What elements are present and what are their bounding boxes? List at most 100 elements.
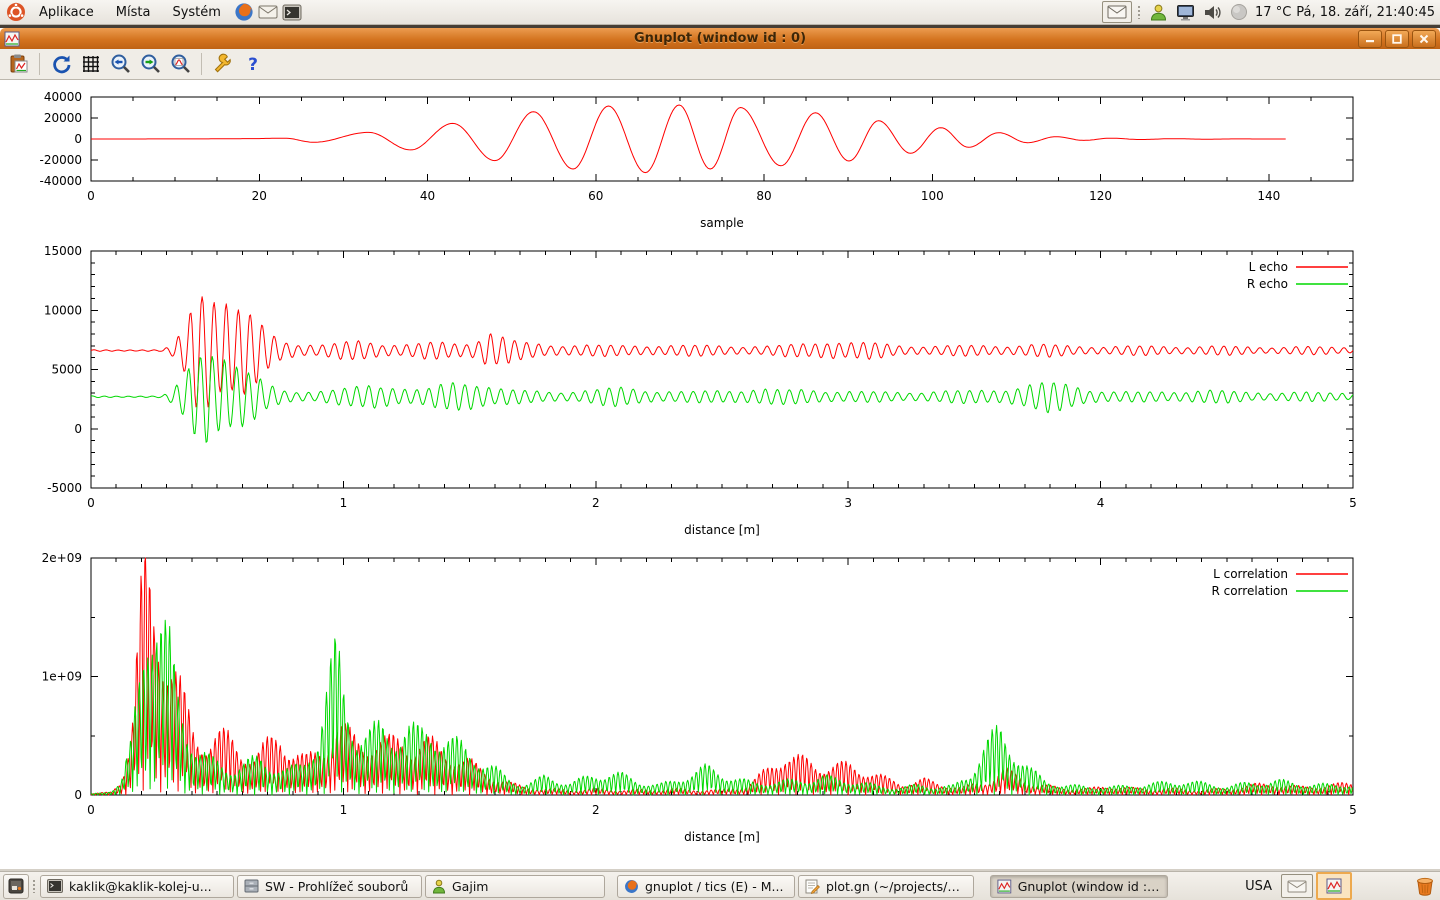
mail-launcher-icon[interactable] [257, 1, 279, 23]
mail-notification-icon[interactable] [1102, 1, 1132, 23]
svg-text:1: 1 [340, 803, 348, 817]
copy-to-clipboard-button[interactable] [5, 51, 32, 77]
text-editor-icon [805, 879, 820, 894]
tray-handle[interactable] [1137, 5, 1142, 19]
configure-button[interactable] [209, 51, 236, 77]
chart-1: 02040608010012014040000200000-20000-4000… [39, 90, 1353, 230]
mail-tray-icon[interactable] [1281, 874, 1313, 898]
svg-text:-20000: -20000 [39, 153, 82, 167]
svg-text:0: 0 [87, 189, 95, 203]
taskbar: kaklik@kaklik-kolej-u... SW - Prohlížeč … [0, 871, 1440, 900]
svg-text:80: 80 [756, 189, 771, 203]
gnuplot-toolbar: ? [0, 49, 1440, 80]
file-manager-icon [244, 879, 259, 893]
svg-text:?: ? [248, 55, 258, 75]
maximize-button[interactable] [1385, 30, 1409, 48]
svg-text:20: 20 [252, 189, 267, 203]
ubuntu-logo-icon[interactable] [5, 1, 27, 23]
svg-text:3: 3 [844, 496, 852, 510]
replot-button[interactable] [47, 51, 74, 77]
axis-labels: 0123452e+091e+090distance [m] [42, 551, 1357, 844]
zoom-previous-button[interactable] [107, 51, 134, 77]
svg-text:140: 140 [1257, 189, 1280, 203]
svg-text:20000: 20000 [44, 111, 82, 125]
series-signal [91, 105, 1286, 173]
chart-2: 012345150001000050000-5000distance [m]L … [44, 244, 1357, 537]
axis-labels: 012345150001000050000-5000distance [m] [44, 244, 1357, 537]
legend-label: R echo [1247, 277, 1288, 291]
legend-label: L echo [1249, 260, 1288, 274]
chart-3: 0123452e+091e+090distance [m]L correlati… [42, 551, 1357, 844]
legend-label: L correlation [1213, 567, 1288, 581]
legend-label: R correlation [1211, 584, 1288, 598]
task-label: plot.gn (~/projects/p... [826, 879, 967, 894]
series-l-echo [91, 297, 1353, 407]
task-label: Gajim [452, 879, 488, 894]
menu-places[interactable]: Místa [106, 5, 161, 20]
terminal-launcher-icon[interactable] [281, 1, 303, 23]
autoscale-button[interactable] [167, 51, 194, 77]
task-firefox[interactable]: gnuplot / tics (E) - M... [617, 875, 795, 898]
svg-text:1e+09: 1e+09 [42, 670, 82, 684]
firefox-icon [624, 879, 639, 894]
gajim-icon [432, 879, 446, 894]
minimize-button[interactable] [1358, 30, 1382, 48]
toolbar-separator [201, 53, 202, 75]
task-gnuplot[interactable]: Gnuplot (window id : 0) [990, 875, 1168, 898]
temperature-label: 17 °C [1255, 5, 1291, 20]
menu-system[interactable]: Systém [162, 5, 230, 20]
svg-text:120: 120 [1089, 189, 1112, 203]
svg-text:15000: 15000 [44, 244, 82, 258]
task-label: SW - Prohlížeč souborů [265, 879, 408, 894]
zoom-next-button[interactable] [137, 51, 164, 77]
plot-canvas[interactable]: 02040608010012014040000200000-20000-4000… [0, 80, 1440, 869]
svg-text:5: 5 [1349, 803, 1357, 817]
svg-text:60: 60 [588, 189, 603, 203]
svg-text:5000: 5000 [51, 363, 82, 377]
weather-icon[interactable] [1228, 1, 1250, 23]
task-label: gnuplot / tics (E) - M... [645, 879, 783, 894]
help-button[interactable]: ? [239, 51, 266, 77]
gnome-top-panel: Aplikace Místa Systém [0, 0, 1440, 25]
firefox-launcher-icon[interactable] [233, 1, 255, 23]
svg-text:0: 0 [87, 803, 95, 817]
x-axis-title: distance [m] [684, 830, 760, 844]
volume-icon[interactable] [1201, 1, 1223, 23]
menu-applications[interactable]: Aplikace [29, 5, 104, 20]
svg-text:1: 1 [340, 496, 348, 510]
series-r-echo [91, 357, 1353, 443]
user-switcher-icon[interactable] [1147, 1, 1169, 23]
task-label: Gnuplot (window id : 0) [1018, 879, 1161, 894]
svg-text:0: 0 [74, 132, 82, 146]
svg-text:2: 2 [592, 803, 600, 817]
show-desktop-button[interactable] [3, 874, 29, 899]
x-axis-title: sample [700, 216, 744, 230]
clock-label[interactable]: Pá, 18. září, 21:40:45 [1296, 5, 1435, 20]
svg-text:40000: 40000 [44, 90, 82, 104]
window-controls [1358, 30, 1436, 48]
svg-text:2e+09: 2e+09 [42, 551, 82, 565]
trash-icon[interactable] [1413, 874, 1437, 898]
close-button[interactable] [1412, 30, 1436, 48]
svg-text:40: 40 [420, 189, 435, 203]
svg-text:0: 0 [74, 788, 82, 802]
task-gajim[interactable]: Gajim [425, 875, 605, 898]
keyboard-layout-indicator[interactable]: USA [1245, 879, 1272, 894]
tasklist-handle[interactable] [32, 879, 37, 893]
panel-left: Aplikace Místa Systém [5, 1, 303, 23]
svg-text:10000: 10000 [44, 303, 82, 317]
task-file-manager[interactable]: SW - Prohlížeč souborů [237, 875, 422, 898]
window-titlebar[interactable]: Gnuplot (window id : 0) [0, 28, 1440, 49]
svg-text:2: 2 [592, 496, 600, 510]
series-l-correlation [91, 558, 1353, 795]
svg-text:3: 3 [844, 803, 852, 817]
svg-text:0: 0 [87, 496, 95, 510]
task-terminal[interactable]: kaklik@kaklik-kolej-u... [40, 875, 234, 898]
task-label: kaklik@kaklik-kolej-u... [69, 879, 212, 894]
terminal-icon [47, 879, 63, 893]
grid-button[interactable] [77, 51, 104, 77]
display-icon[interactable] [1174, 1, 1196, 23]
task-text-editor[interactable]: plot.gn (~/projects/p... [798, 875, 974, 898]
svg-text:-40000: -40000 [39, 174, 82, 188]
gnuplot-tray-icon[interactable] [1316, 872, 1352, 900]
